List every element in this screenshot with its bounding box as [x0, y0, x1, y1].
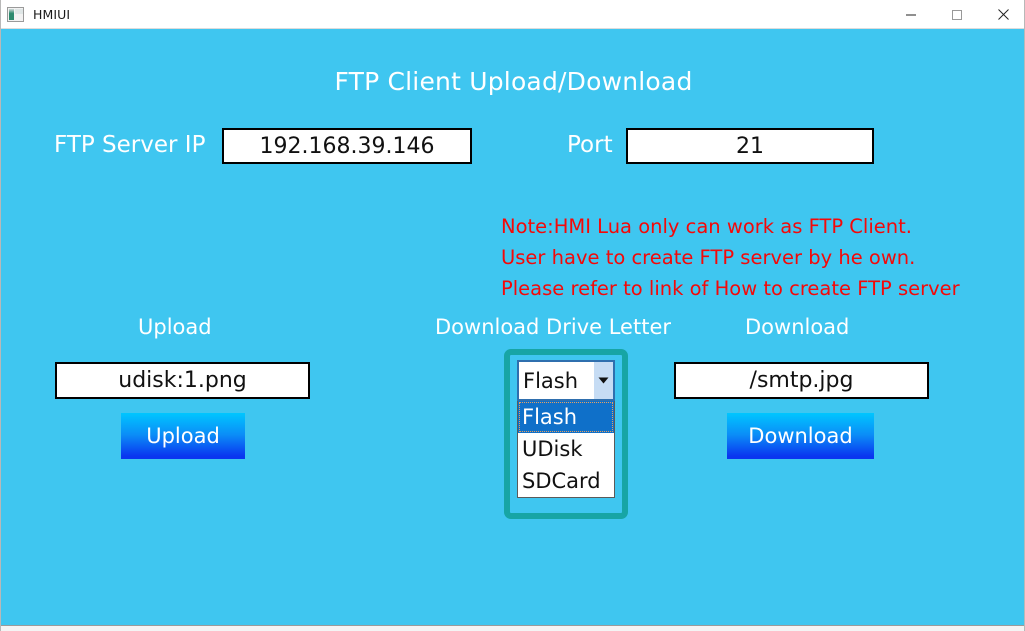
ftp-server-ip-input[interactable]: 192.168.39.146	[222, 128, 472, 164]
minimize-button[interactable]	[888, 0, 934, 29]
note-line-2: User have to create FTP server by he own…	[501, 242, 960, 273]
port-label: Port	[567, 132, 613, 158]
maximize-button[interactable]	[934, 0, 980, 29]
ftp-server-ip-label: FTP Server IP	[54, 132, 205, 158]
drive-letter-option-udisk[interactable]: UDisk	[518, 433, 614, 465]
download-path-input[interactable]: /smtp.jpg	[674, 362, 929, 399]
drive-letter-option-sdcard[interactable]: SDCard	[518, 465, 614, 497]
upload-path-input[interactable]: udisk:1.png	[55, 362, 310, 399]
drive-letter-selected-value: Flash	[519, 362, 594, 399]
port-input[interactable]: 21	[626, 128, 874, 164]
window-title: HMIUI	[33, 7, 70, 22]
hmi-client-area: FTP Client Upload/Download FTP Server IP…	[1, 29, 1025, 626]
window-controls	[888, 0, 1025, 29]
drive-letter-section-label: Download Drive Letter	[435, 315, 671, 339]
upload-button[interactable]: Upload	[121, 413, 245, 459]
note-line-3: Please refer to link of How to create FT…	[501, 273, 960, 304]
app-window-icon	[7, 7, 24, 22]
upload-section-label: Upload	[138, 315, 212, 339]
chevron-down-icon[interactable]	[594, 362, 613, 399]
drive-letter-group: Flash Flash UDisk SDCard	[504, 349, 628, 519]
drive-letter-option-flash[interactable]: Flash	[518, 401, 614, 433]
bottom-clipped-strip	[1, 625, 1025, 631]
download-section-label: Download	[745, 315, 849, 339]
drive-letter-combobox[interactable]: Flash	[517, 360, 615, 401]
maximize-icon	[951, 9, 963, 21]
application-window: HMIUI	[0, 0, 1025, 631]
download-button[interactable]: Download	[727, 413, 874, 459]
close-button[interactable]	[980, 0, 1025, 29]
note-text: Note:HMI Lua only can work as FTP Client…	[501, 211, 960, 304]
page-title: FTP Client Upload/Download	[1, 67, 1025, 96]
note-line-1: Note:HMI Lua only can work as FTP Client…	[501, 211, 960, 242]
window-titlebar: HMIUI	[1, 0, 1025, 29]
minimize-icon	[905, 9, 917, 21]
drive-letter-option-list: Flash UDisk SDCard	[517, 401, 615, 498]
close-icon	[997, 8, 1010, 21]
